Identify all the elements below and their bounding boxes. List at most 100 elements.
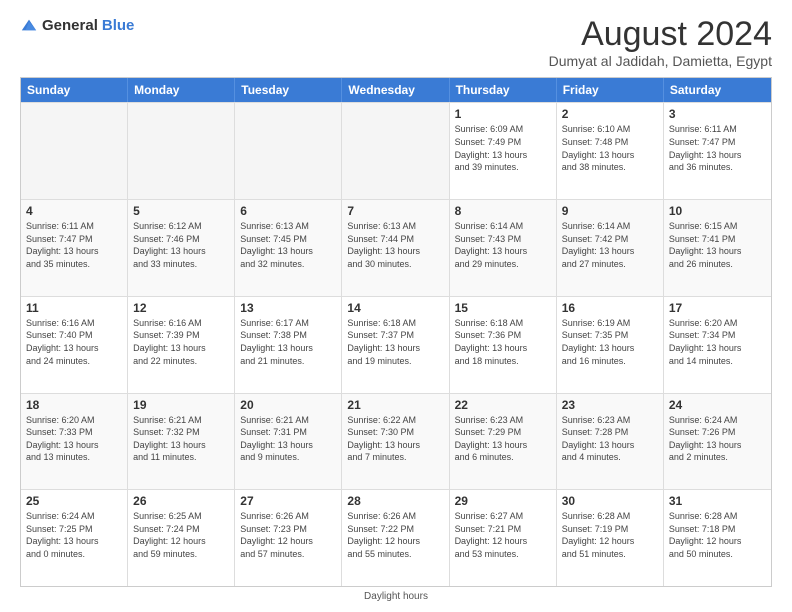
day-info: Sunrise: 6:24 AM Sunset: 7:26 PM Dayligh… [669, 414, 766, 464]
day-number: 11 [26, 301, 122, 315]
day-info: Sunrise: 6:13 AM Sunset: 7:44 PM Dayligh… [347, 220, 443, 270]
title-sub: Dumyat al Jadidah, Damietta, Egypt [549, 53, 772, 69]
day-info: Sunrise: 6:27 AM Sunset: 7:21 PM Dayligh… [455, 510, 551, 560]
day-info: Sunrise: 6:25 AM Sunset: 7:24 PM Dayligh… [133, 510, 229, 560]
day-number: 8 [455, 204, 551, 218]
day-number: 21 [347, 398, 443, 412]
day-info: Sunrise: 6:18 AM Sunset: 7:37 PM Dayligh… [347, 317, 443, 367]
cal-cell: 7Sunrise: 6:13 AM Sunset: 7:44 PM Daylig… [342, 200, 449, 296]
cal-cell: 16 Sunrise: 6:19 AM Sunset: 7:35 PM Dayli… [557, 297, 664, 393]
page: GeneralBlue August 2024 Dumyat al Jadida… [0, 0, 792, 612]
cal-cell: 29 Sunrise: 6:27 AM Sunset: 7:21 PM Dayli… [450, 490, 557, 586]
day-number: 2 [562, 107, 658, 121]
cal-cell: 8 Sunrise: 6:14 AM Sunset: 7:43 PM Daylig… [450, 200, 557, 296]
day-info: Sunrise: 6:22 AM Sunset: 7:30 PM Dayligh… [347, 414, 443, 464]
cal-cell: 21 Sunrise: 6:22 AM Sunset: 7:30 PM Dayli… [342, 394, 449, 490]
cal-row-2: 11 Sunrise: 6:16 AM Sunset: 7:40 PM Dayli… [21, 296, 771, 393]
cal-cell: 22Sunrise: 6:23 AM Sunset: 7:29 PM Dayli… [450, 394, 557, 490]
cal-cell: 28Sunrise: 6:26 AM Sunset: 7:22 PM Dayli… [342, 490, 449, 586]
cal-cell: 2Sunrise: 6:10 AM Sunset: 7:48 PM Daylig… [557, 103, 664, 199]
logo-general: General [42, 17, 98, 34]
calendar-body: 1 Sunrise: 6:09 AM Sunset: 7:49 PM Daylig… [21, 102, 771, 586]
cal-cell [235, 103, 342, 199]
cal-header-friday: Friday [557, 78, 664, 102]
day-info: Sunrise: 6:09 AM Sunset: 7:49 PM Dayligh… [455, 123, 551, 173]
logo-icon [20, 16, 38, 34]
day-number: 5 [133, 204, 229, 218]
cal-cell: 25Sunrise: 6:24 AM Sunset: 7:25 PM Dayli… [21, 490, 128, 586]
cal-header-saturday: Saturday [664, 78, 771, 102]
day-number: 17 [669, 301, 766, 315]
cal-cell: 23Sunrise: 6:23 AM Sunset: 7:28 PM Dayli… [557, 394, 664, 490]
logo-blue: Blue [102, 17, 135, 34]
cal-cell [128, 103, 235, 199]
day-number: 4 [26, 204, 122, 218]
title-block: August 2024 Dumyat al Jadidah, Damietta,… [549, 16, 772, 69]
calendar-header: SundayMondayTuesdayWednesdayThursdayFrid… [21, 78, 771, 102]
cal-cell: 12 Sunrise: 6:16 AM Sunset: 7:39 PM Dayli… [128, 297, 235, 393]
cal-cell: 14 Sunrise: 6:18 AM Sunset: 7:37 PM Dayli… [342, 297, 449, 393]
day-info: Sunrise: 6:20 AM Sunset: 7:34 PM Dayligh… [669, 317, 766, 367]
day-info: Sunrise: 6:24 AM Sunset: 7:25 PM Dayligh… [26, 510, 122, 560]
cal-cell: 18Sunrise: 6:20 AM Sunset: 7:33 PM Dayli… [21, 394, 128, 490]
day-number: 19 [133, 398, 229, 412]
day-number: 23 [562, 398, 658, 412]
day-info: Sunrise: 6:14 AM Sunset: 7:43 PM Dayligh… [455, 220, 551, 270]
cal-cell: 30 Sunrise: 6:28 AM Sunset: 7:19 PM Dayli… [557, 490, 664, 586]
logo: GeneralBlue [20, 16, 134, 34]
day-info: Sunrise: 6:21 AM Sunset: 7:31 PM Dayligh… [240, 414, 336, 464]
day-number: 3 [669, 107, 766, 121]
day-number: 14 [347, 301, 443, 315]
cal-cell: 5 Sunrise: 6:12 AM Sunset: 7:46 PM Daylig… [128, 200, 235, 296]
day-info: Sunrise: 6:18 AM Sunset: 7:36 PM Dayligh… [455, 317, 551, 367]
day-info: Sunrise: 6:19 AM Sunset: 7:35 PM Dayligh… [562, 317, 658, 367]
day-info: Sunrise: 6:16 AM Sunset: 7:40 PM Dayligh… [26, 317, 122, 367]
day-info: Sunrise: 6:17 AM Sunset: 7:38 PM Dayligh… [240, 317, 336, 367]
day-number: 31 [669, 494, 766, 508]
cal-cell: 3 Sunrise: 6:11 AM Sunset: 7:47 PM Daylig… [664, 103, 771, 199]
day-info: Sunrise: 6:11 AM Sunset: 7:47 PM Dayligh… [26, 220, 122, 270]
day-number: 12 [133, 301, 229, 315]
day-number: 26 [133, 494, 229, 508]
cal-cell: 11 Sunrise: 6:16 AM Sunset: 7:40 PM Dayli… [21, 297, 128, 393]
day-number: 6 [240, 204, 336, 218]
cal-row-1: 4 Sunrise: 6:11 AM Sunset: 7:47 PM Daylig… [21, 199, 771, 296]
day-info: Sunrise: 6:23 AM Sunset: 7:29 PM Dayligh… [455, 414, 551, 464]
cal-header-thursday: Thursday [450, 78, 557, 102]
footer-note: Daylight hours [20, 591, 772, 602]
cal-cell: 10 Sunrise: 6:15 AM Sunset: 7:41 PM Dayli… [664, 200, 771, 296]
cal-cell [21, 103, 128, 199]
day-number: 20 [240, 398, 336, 412]
day-info: Sunrise: 6:15 AM Sunset: 7:41 PM Dayligh… [669, 220, 766, 270]
day-number: 16 [562, 301, 658, 315]
day-number: 10 [669, 204, 766, 218]
cal-cell [342, 103, 449, 199]
day-number: 13 [240, 301, 336, 315]
cal-cell: 24Sunrise: 6:24 AM Sunset: 7:26 PM Dayli… [664, 394, 771, 490]
cal-row-3: 18Sunrise: 6:20 AM Sunset: 7:33 PM Dayli… [21, 393, 771, 490]
day-info: Sunrise: 6:13 AM Sunset: 7:45 PM Dayligh… [240, 220, 336, 270]
day-info: Sunrise: 6:28 AM Sunset: 7:18 PM Dayligh… [669, 510, 766, 560]
day-number: 29 [455, 494, 551, 508]
day-info: Sunrise: 6:11 AM Sunset: 7:47 PM Dayligh… [669, 123, 766, 173]
cal-cell: 6 Sunrise: 6:13 AM Sunset: 7:45 PM Daylig… [235, 200, 342, 296]
cal-cell: 20 Sunrise: 6:21 AM Sunset: 7:31 PM Dayli… [235, 394, 342, 490]
day-number: 1 [455, 107, 551, 121]
day-info: Sunrise: 6:28 AM Sunset: 7:19 PM Dayligh… [562, 510, 658, 560]
cal-cell: 26 Sunrise: 6:25 AM Sunset: 7:24 PM Dayli… [128, 490, 235, 586]
cal-cell: 15Sunrise: 6:18 AM Sunset: 7:36 PM Dayli… [450, 297, 557, 393]
day-number: 28 [347, 494, 443, 508]
day-info: Sunrise: 6:16 AM Sunset: 7:39 PM Dayligh… [133, 317, 229, 367]
cal-cell: 1 Sunrise: 6:09 AM Sunset: 7:49 PM Daylig… [450, 103, 557, 199]
day-info: Sunrise: 6:12 AM Sunset: 7:46 PM Dayligh… [133, 220, 229, 270]
cal-row-0: 1 Sunrise: 6:09 AM Sunset: 7:49 PM Daylig… [21, 102, 771, 199]
title-main: August 2024 [549, 16, 772, 53]
cal-cell: 27Sunrise: 6:26 AM Sunset: 7:23 PM Dayli… [235, 490, 342, 586]
cal-header-monday: Monday [128, 78, 235, 102]
cal-cell: 17 Sunrise: 6:20 AM Sunset: 7:34 PM Dayli… [664, 297, 771, 393]
day-number: 27 [240, 494, 336, 508]
day-info: Sunrise: 6:14 AM Sunset: 7:42 PM Dayligh… [562, 220, 658, 270]
cal-header-tuesday: Tuesday [235, 78, 342, 102]
day-number: 30 [562, 494, 658, 508]
cal-header-wednesday: Wednesday [342, 78, 449, 102]
